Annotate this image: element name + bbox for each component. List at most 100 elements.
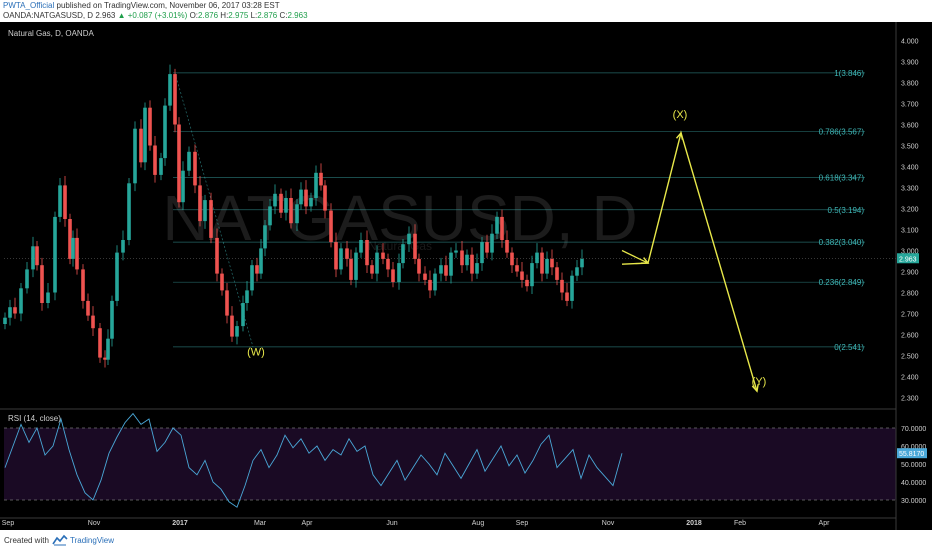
candle-body: [86, 300, 90, 316]
candle-body: [153, 145, 157, 175]
price-tick-label: 3.900: [901, 60, 919, 67]
candle-body: [485, 242, 489, 253]
price-tick-label: 2.900: [901, 270, 919, 277]
high-value: 2.975: [228, 11, 249, 20]
candle-body: [575, 267, 579, 276]
candle-body: [444, 265, 448, 276]
candle-body: [25, 269, 29, 289]
candle-body: [345, 248, 349, 259]
candle-body: [433, 273, 437, 291]
price-tick-label: 3.300: [901, 186, 919, 193]
time-tick-label: 2018: [686, 520, 702, 527]
author-link[interactable]: PWTA_Official: [3, 1, 54, 10]
candle-body: [230, 315, 234, 337]
time-tick-label: Sep: [2, 520, 15, 527]
candle-body: [193, 151, 197, 186]
candle-body: [40, 265, 44, 303]
wave-label: (Y): [752, 376, 767, 388]
time-tick-label: Apr: [819, 520, 831, 527]
candle-body: [386, 258, 390, 270]
candle-body: [309, 198, 313, 207]
time-tick-label: Feb: [734, 520, 746, 527]
candle-body: [375, 252, 379, 274]
rsi-band: [4, 428, 896, 500]
candle-body: [19, 288, 23, 314]
time-tick-label: Nov: [602, 520, 615, 527]
price-tick-label: 3.600: [901, 123, 919, 130]
candle-body: [268, 206, 272, 226]
candle-body: [423, 273, 427, 280]
candle-body: [58, 185, 62, 217]
candle-body: [220, 273, 224, 291]
watermark-sub: Natural Gas: [368, 239, 432, 253]
fib-level-label: 0.5(3.194): [828, 206, 865, 215]
candle-body: [35, 246, 39, 266]
price-tick-label: 3.200: [901, 207, 919, 214]
last-price-tag-text: 2.963: [899, 256, 917, 263]
time-tick-label: Jun: [386, 520, 397, 527]
candle-body: [505, 240, 509, 253]
candle-body: [139, 128, 143, 163]
candle-body: [525, 279, 529, 287]
candle-body: [397, 263, 401, 282]
candle-body: [46, 292, 50, 303]
candle-body: [295, 204, 299, 224]
chart-title: Natural Gas, D, OANDA: [8, 29, 94, 38]
candle-body: [289, 198, 293, 224]
candle-body: [439, 265, 443, 274]
rsi-label: RSI (14, close): [8, 414, 61, 423]
candle-body: [365, 240, 369, 266]
candle-body: [515, 265, 519, 272]
candle-body: [520, 271, 524, 280]
candle-body: [187, 151, 191, 171]
symbol-line: OANDA:NATGASUSD, D 2.963 ▲ +0.087 (+3.01…: [3, 11, 308, 20]
candle-body: [381, 252, 385, 259]
candle-body: [110, 300, 114, 339]
candle-body: [510, 252, 514, 266]
price-tick-label: 3.100: [901, 228, 919, 235]
time-tick-label: Mar: [254, 520, 267, 527]
footer: Created with TradingView: [0, 530, 932, 550]
price-tick-label: 3.400: [901, 165, 919, 172]
candle-body: [106, 338, 110, 360]
rsi-value-tag-text: 55.8170: [899, 451, 924, 458]
price-change: ▲ +0.087 (+3.01%): [117, 11, 188, 20]
candle-body: [449, 252, 453, 276]
candle-body: [263, 225, 267, 249]
last-price: 2.963: [95, 11, 116, 20]
candle-body: [71, 237, 75, 259]
candle-body: [273, 193, 277, 207]
candle-body: [75, 237, 79, 270]
candle-body: [215, 237, 219, 274]
candle-body: [495, 216, 499, 234]
candle-body: [203, 200, 207, 222]
price-tick-label: 2.800: [901, 291, 919, 298]
candle-body: [540, 252, 544, 274]
price-tick-label: 4.000: [901, 39, 919, 46]
time-tick-label: Sep: [516, 520, 529, 527]
candle-body: [329, 210, 333, 243]
candle-body: [91, 315, 95, 329]
candle-body: [407, 233, 411, 245]
candle-body: [284, 198, 288, 213]
candle-body: [550, 258, 554, 268]
chart-canvas[interactable]: Natural Gas, D, OANDANATGASUSD, DNatural…: [0, 22, 932, 530]
candle-body: [535, 252, 539, 264]
candle-body: [181, 170, 185, 203]
candle-body: [173, 74, 177, 125]
rsi-tick-label: 50.0000: [901, 462, 926, 469]
candle-body: [241, 303, 245, 327]
candle-body: [235, 326, 239, 337]
candle-body: [465, 254, 469, 266]
candle-body: [143, 107, 147, 163]
price-tick-label: 2.500: [901, 354, 919, 361]
wave-label: (X): [673, 109, 688, 121]
rsi-tick-label: 70.0000: [901, 426, 926, 433]
candle-body: [370, 265, 374, 274]
close-value: 2.963: [287, 11, 308, 20]
candle-body: [401, 244, 405, 264]
tradingview-brand[interactable]: TradingView: [70, 536, 114, 545]
candle-body: [334, 242, 338, 270]
candle-body: [354, 252, 358, 280]
price-tick-label: 2.400: [901, 375, 919, 382]
